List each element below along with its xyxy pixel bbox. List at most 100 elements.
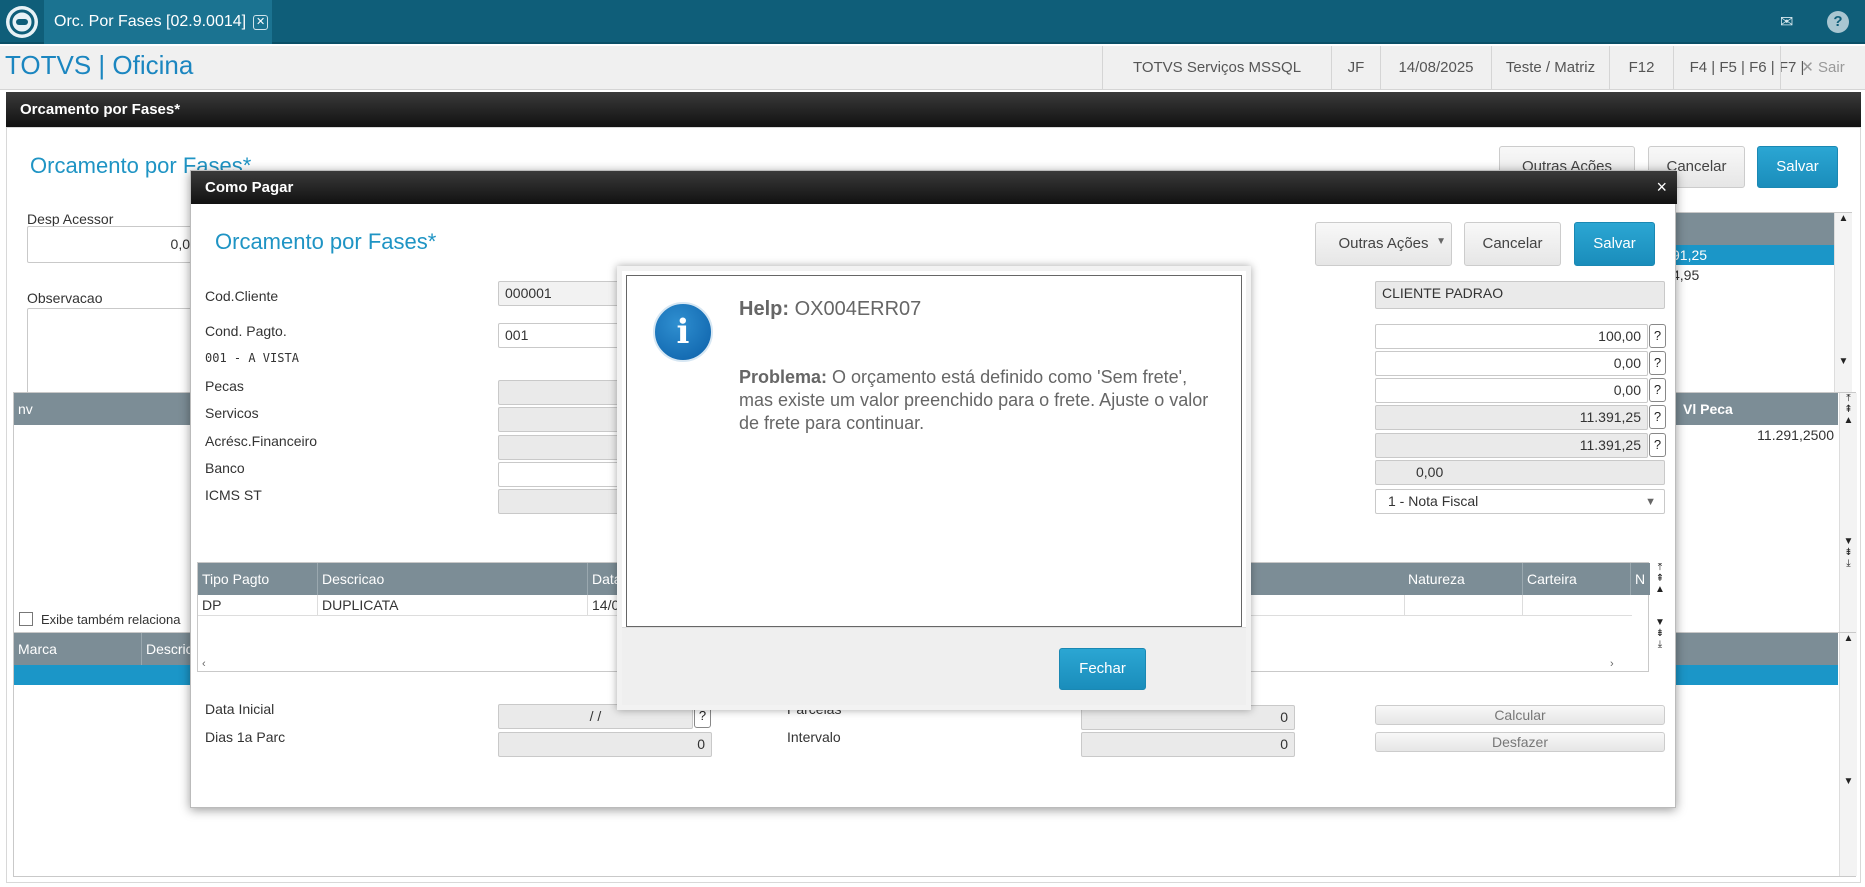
- help-button[interactable]: ?: [1649, 324, 1666, 348]
- dialog-outras-acoes-button[interactable]: Outras Ações ▼: [1315, 222, 1452, 266]
- value-field-2[interactable]: 0,00: [1375, 351, 1648, 376]
- help-button[interactable]: ?: [1649, 405, 1666, 429]
- f12-label[interactable]: F12: [1609, 46, 1673, 90]
- calcular-button[interactable]: Calcular: [1375, 705, 1665, 725]
- dialog-title: Como Pagar: [205, 179, 294, 196]
- help-footer: Fechar: [622, 627, 1246, 705]
- exibe-relacionados-label: Exibe também relaciona: [41, 612, 181, 627]
- chevron-down-icon: ▼: [1645, 496, 1656, 508]
- nota-fiscal-select-value: 1 - Nota Fiscal: [1388, 493, 1479, 509]
- problem-label: Problema:: [739, 367, 828, 387]
- help-message-block: Problema: O orçamento está definido como…: [739, 366, 1219, 435]
- help-title: Help: OX004ERR07: [739, 298, 921, 321]
- main-title-bar: Orcamento por Fases*: [6, 92, 1861, 127]
- date-label: 14/08/2025: [1380, 46, 1491, 90]
- observacao-label: Observacao: [27, 290, 103, 306]
- col-tipo-pagto: Tipo Pagto: [198, 563, 318, 595]
- icms-st-label: ICMS ST: [205, 487, 262, 503]
- desp-acessor-field[interactable]: 0,0: [27, 226, 197, 263]
- salvar-button[interactable]: Salvar: [1757, 146, 1838, 188]
- observacao-field[interactable]: [27, 308, 197, 403]
- envelope-icon[interactable]: ✉: [1780, 12, 1800, 32]
- desfazer-button[interactable]: Desfazer: [1375, 732, 1665, 752]
- cod-cliente-label: Cod.Cliente: [205, 288, 279, 304]
- dialog-cancelar-button[interactable]: Cancelar: [1464, 222, 1561, 266]
- col-carteira: Carteira: [1523, 563, 1631, 595]
- intervalo-label: Intervalo: [787, 729, 841, 745]
- cond-pagto-description: 001 - A VISTA: [205, 351, 299, 365]
- banco-label: Banco: [205, 460, 245, 476]
- exibe-relacionados-checkbox[interactable]: [19, 612, 33, 626]
- help-button[interactable]: ?: [1649, 378, 1666, 402]
- info-icon: i: [653, 302, 713, 362]
- items-grid-scrollbar[interactable]: ⤒ ⇞ ▲ ▼ ⇟ ⤓: [1839, 393, 1857, 639]
- cond-pagto-field[interactable]: 001: [498, 323, 628, 348]
- bottom-grid-scrollbar[interactable]: ▲ ▼: [1839, 633, 1857, 876]
- cell-data: 14/0: [592, 597, 620, 613]
- col-n: N: [1635, 571, 1646, 587]
- close-icon: ✕: [1801, 59, 1819, 76]
- acresc-financeiro-field: [498, 435, 628, 460]
- col-vl-peca: Vl Peca: [1683, 401, 1733, 417]
- scroll-right-icon[interactable]: ›: [1610, 658, 1614, 670]
- dialog-outras-acoes-label: Outras Ações: [1338, 235, 1429, 252]
- icms-st-field: [498, 489, 628, 514]
- value-field-4: 11.391,25: [1375, 405, 1648, 430]
- value-field-5: 11.391,25: [1375, 433, 1648, 458]
- tab-label: Orc. Por Fases [02.9.0014]: [54, 13, 247, 30]
- col-descricao: Descricao: [318, 563, 588, 595]
- environment-label: TOTVS Serviços MSSQL R2310: [1102, 46, 1331, 120]
- totvs-logo-icon[interactable]: [6, 6, 38, 38]
- vl-peca-cell: 11.291,2500: [1757, 427, 1834, 443]
- cod-cliente-field[interactable]: 000001: [498, 281, 628, 306]
- chevron-down-icon: ▼: [1436, 236, 1446, 247]
- data-inicial-label: Data Inicial: [205, 701, 275, 717]
- scroll-left-icon[interactable]: ‹: [202, 658, 206, 670]
- cond-pagto-label: Cond. Pagto.: [205, 323, 287, 339]
- col-marca: Marca: [14, 633, 142, 665]
- right-grid: 91,25 4,95 ▲ ▼: [1667, 212, 1852, 410]
- value-field-3[interactable]: 0,00: [1375, 378, 1648, 403]
- right-grid-row[interactable]: 4,95: [1668, 265, 1834, 285]
- tab-close-icon[interactable]: ✕: [253, 14, 269, 30]
- pecas-label: Pecas: [205, 378, 244, 394]
- exit-label: Sair: [1818, 59, 1845, 76]
- payment-grid-scrollbar[interactable]: ⤒ ⇞ ▲ ▼ ⇟ ⤓: [1651, 562, 1669, 690]
- help-icon[interactable]: ?: [1827, 11, 1849, 33]
- dialog-page-title: Orcamento por Fases*: [215, 229, 437, 254]
- user-label: JF: [1331, 46, 1380, 90]
- help-button[interactable]: ?: [1649, 433, 1666, 457]
- right-grid-row-selected[interactable]: 91,25: [1668, 245, 1834, 265]
- cell-natureza: [1404, 595, 1523, 616]
- app-header: TOTVS | Oficina TOTVS Serviços MSSQL R23…: [0, 46, 1865, 120]
- intervalo-field[interactable]: 0: [1081, 732, 1295, 757]
- dias-1a-parc-label: Dias 1a Parc: [205, 729, 286, 745]
- help-content: i Help: OX004ERR07 Problema: O orçamento…: [626, 275, 1242, 627]
- value-field-6: 0,00: [1375, 460, 1665, 485]
- pecas-field: [498, 380, 628, 405]
- fechar-button[interactable]: Fechar: [1059, 648, 1146, 690]
- col-natureza: Natureza: [1404, 563, 1523, 595]
- exit-button[interactable]: ✕ Sair: [1780, 46, 1865, 90]
- help-title-label: Help:: [739, 298, 789, 320]
- top-bar: Orc. Por Fases [02.9.0014] ✕ ✉ ?: [0, 0, 1865, 44]
- cell-descricao: DUPLICATA: [322, 595, 588, 616]
- tab-orc-por-fases[interactable]: Orc. Por Fases [02.9.0014] ✕: [44, 0, 272, 44]
- acresc-financeiro-label: Acrésc.Financeiro: [205, 433, 318, 449]
- help-button[interactable]: ?: [1649, 351, 1666, 375]
- col-nv: nv: [18, 401, 33, 417]
- desp-acessor-label: Desp Acessor: [27, 211, 114, 227]
- branch-label[interactable]: Teste / Matriz: [1491, 46, 1609, 90]
- dialog-close-icon[interactable]: ×: [1656, 171, 1667, 204]
- banco-field[interactable]: [498, 462, 628, 487]
- dialog-salvar-button[interactable]: Salvar: [1574, 222, 1655, 266]
- dialog-title-bar: Como Pagar ×: [191, 171, 1677, 204]
- value-field-1[interactable]: 100,00: [1375, 324, 1648, 349]
- dias-1a-parc-field[interactable]: 0: [498, 732, 712, 757]
- cell-tipo-pagto: DP: [202, 595, 318, 616]
- help-code: OX004ERR07: [794, 298, 922, 320]
- nota-fiscal-select[interactable]: 1 - Nota Fiscal ▼: [1375, 489, 1665, 514]
- right-grid-scrollbar[interactable]: ▲ ▼: [1834, 213, 1852, 409]
- servicos-field: [498, 407, 628, 432]
- help-modal: i Help: OX004ERR07 Problema: O orçamento…: [617, 266, 1251, 710]
